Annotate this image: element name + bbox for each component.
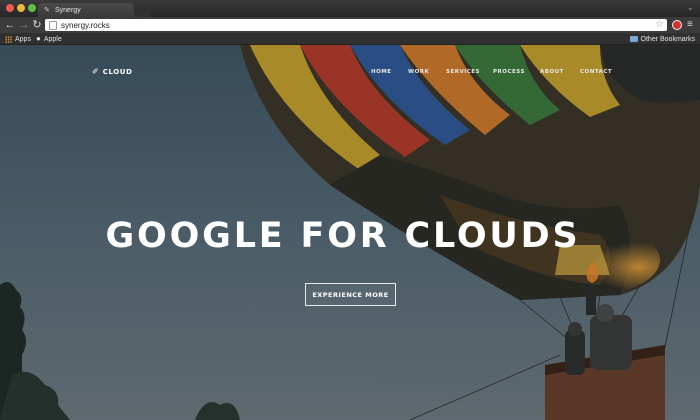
apple-icon: ● — [36, 34, 41, 43]
address-bar[interactable]: synergy.rocks ☆ — [45, 19, 667, 31]
bookmark-other-label: Other Bookmarks — [640, 35, 695, 43]
hero-headline: GOOGLE FOR CLOUDS — [105, 216, 581, 256]
extension-icon[interactable] — [672, 20, 682, 30]
bookmark-apps[interactable]: Apps — [5, 33, 31, 45]
bookmark-star-icon[interactable]: ☆ — [655, 19, 664, 31]
back-arrow-icon[interactable]: ← — [4, 18, 16, 32]
bookmarks-bar: Apps ● Apple Other Bookmarks — [0, 33, 700, 45]
nav-work-link[interactable]: WORK — [408, 67, 429, 77]
nav-home-link[interactable]: HOME — [371, 67, 392, 77]
bookmark-apple-label: Apple — [43, 35, 62, 43]
forward-arrow-icon[interactable]: → — [18, 18, 30, 32]
brand-name: CLOUD — [102, 68, 133, 76]
nav-services-link[interactable]: SERVICES — [446, 67, 480, 77]
page-icon — [49, 20, 57, 30]
bookmark-other[interactable]: Other Bookmarks — [629, 33, 695, 45]
reload-icon[interactable]: ↻ — [31, 18, 43, 32]
minimize-window-button[interactable] — [17, 4, 25, 12]
browser-tab[interactable]: ✎ Synergy — [38, 3, 134, 17]
close-window-button[interactable] — [6, 4, 14, 12]
tab-title: Synergy — [55, 6, 81, 14]
address-url[interactable]: synergy.rocks — [61, 21, 110, 30]
experience-more-button[interactable]: EXPERIENCE MORE — [305, 283, 396, 306]
window-controls-icon[interactable]: ⌄ — [687, 4, 695, 12]
browser-tab-bar: ✎ Synergy ⌄ — [0, 0, 700, 17]
bookmark-apps-label: Apps — [15, 35, 31, 43]
web-page: ✐ CLOUD HOME WORK SERVICES PROCESS ABOUT… — [0, 45, 700, 420]
tab-favicon-icon: ✎ — [44, 6, 50, 14]
logo-icon: ✐ — [92, 67, 99, 76]
site-logo[interactable]: ✐ CLOUD — [92, 67, 133, 77]
nav-about-link[interactable]: ABOUT — [540, 67, 564, 77]
nav-process-link[interactable]: PROCESS — [493, 67, 525, 77]
menu-icon[interactable]: ≡ — [687, 19, 696, 31]
apps-grid-icon — [5, 35, 12, 43]
folder-icon — [629, 36, 638, 42]
new-tab-button[interactable] — [134, 6, 150, 17]
zoom-window-button[interactable] — [28, 4, 36, 12]
nav-contact-link[interactable]: CONTACT — [580, 67, 612, 77]
browser-toolbar: ← → ↻ synergy.rocks ☆ ≡ — [0, 17, 700, 33]
bookmark-apple[interactable]: ● Apple — [36, 33, 62, 45]
